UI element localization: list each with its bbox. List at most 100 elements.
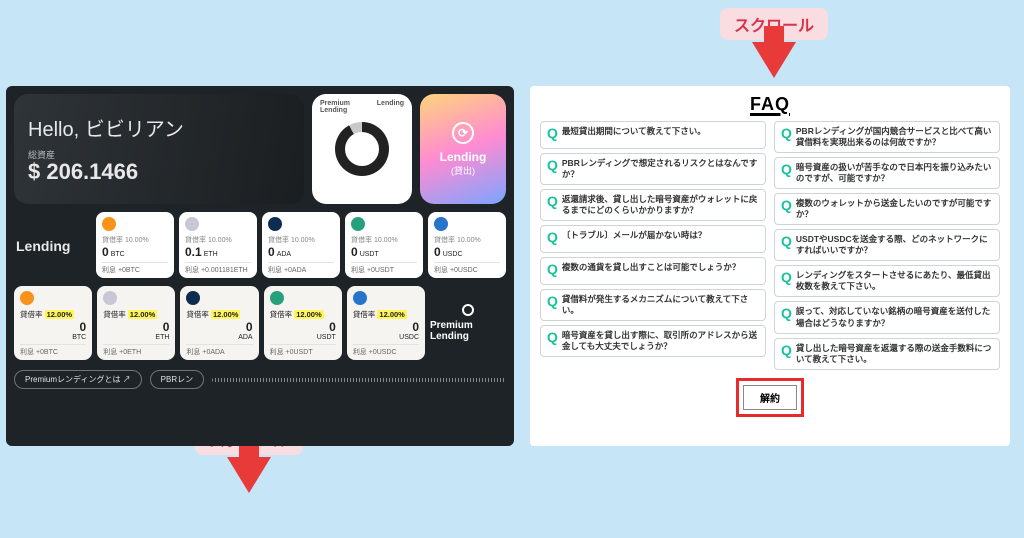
horizontal-scrollbar[interactable]	[212, 378, 506, 382]
rate-label: 貸借率 12.00%	[103, 309, 169, 320]
faq-item[interactable]: Q 返還請求後、貸し出した暗号資産がウォレットに戻るまでにどのくらいかかりますか？	[540, 189, 766, 221]
lending-card-sub: (貸出)	[451, 164, 475, 177]
interest-value: 利息 +0USDT	[270, 344, 336, 357]
faq-question-text: PBRレンディングが国内競合サービスと比べて高い貸借料を実現出来るのは何故ですか…	[796, 126, 993, 148]
rate-label: 貸借率 10.00%	[185, 235, 251, 245]
interest-value: 利息 +0BTC	[102, 262, 168, 275]
asset-amount: 0BTC	[20, 320, 86, 341]
premium-about-link[interactable]: Premiumレンディングとは ↗	[14, 370, 142, 389]
premium-asset-card[interactable]: 貸借率 12.00%0USDC 利息 +0USDC	[347, 286, 425, 360]
lending-card-title: Lending	[440, 150, 487, 164]
asset-amount: 0USDC	[434, 245, 500, 259]
cancel-button[interactable]: 解約	[743, 385, 797, 410]
ring-icon	[462, 304, 474, 316]
asset-amount: 0ADA	[268, 245, 334, 259]
lending-asset-card[interactable]: 貸借率 10.00%0USDC 利息 +0USDC	[428, 212, 506, 278]
q-icon: Q	[781, 306, 792, 320]
usdt-icon	[270, 291, 284, 305]
eth-icon	[103, 291, 117, 305]
faq-question-text: 暗号資産を貸し出す際に、取引所のアドレスから送金しても大丈夫でしょうか？	[562, 330, 759, 352]
rate-label: 貸借率 12.00%	[353, 309, 419, 320]
interest-value: 利息 +0USDC	[353, 344, 419, 357]
rate-label: 貸借率 10.00%	[268, 235, 334, 245]
premium-asset-card[interactable]: 貸借率 12.00%0USDT 利息 +0USDT	[264, 286, 342, 360]
asset-amount: 0USDT	[270, 320, 336, 341]
rate-label: 貸借率 12.00%	[186, 309, 252, 320]
greeting-text: Hello, ビビリアン	[28, 113, 290, 142]
premium-asset-card[interactable]: 貸借率 12.00%0BTC 利息 +0BTC	[14, 286, 92, 360]
faq-item[interactable]: Q PBRレンディングが国内競合サービスと比べて高い貸借料を実現出来るのは何故です…	[774, 121, 1000, 153]
q-icon: Q	[547, 194, 558, 208]
faq-item[interactable]: Q レンディングをスタートさせるにあたり、最低貸出枚数を教えて下さい。	[774, 265, 1000, 297]
eth-icon	[185, 217, 199, 231]
faq-question-text: レンディングをスタートさせるにあたり、最低貸出枚数を教えて下さい。	[796, 270, 993, 292]
faq-item[interactable]: Q複数の通貨を貸し出すことは可能でしょうか？	[540, 257, 766, 285]
greeting-card: Hello, ビビリアン 総資産 $ 206.1466	[14, 94, 304, 204]
asset-amount: 0ADA	[186, 320, 252, 341]
faq-question-text: 返還請求後、貸し出した暗号資産がウォレットに戻るまでにどのくらいかかりますか？	[562, 194, 759, 216]
lending-action-card[interactable]: ⟳ Lending (貸出)	[420, 94, 506, 204]
lending-asset-card[interactable]: 貸借率 10.00%0ADA 利息 +0ADA	[262, 212, 340, 278]
rate-label: 貸借率 12.00%	[270, 309, 336, 320]
faq-question-text: PBRレンディングで想定されるリスクとはなんですか？	[562, 158, 759, 180]
q-icon: Q	[547, 126, 558, 140]
ada-icon	[186, 291, 200, 305]
rate-label: 貸借率 12.00%	[20, 309, 86, 320]
premium-section-title: Premium Lending	[430, 286, 506, 360]
rate-label: 貸借率 10.00%	[102, 235, 168, 245]
interest-value: 利息 +0USDT	[351, 262, 417, 275]
asset-amount: 0BTC	[102, 245, 168, 259]
scroll-callout-top: スクロール	[720, 8, 828, 78]
lending-asset-card[interactable]: 貸借率 10.00%0.1ETH利息 +0.001181ETH	[179, 212, 257, 278]
btc-icon	[20, 291, 34, 305]
q-icon: Q	[547, 294, 558, 308]
faq-question-text: 〔トラブル〕メールが届かない時は？	[562, 230, 707, 241]
q-icon: Q	[547, 158, 558, 172]
arrow-down-icon	[752, 42, 796, 78]
faq-question-text: USDTやUSDCを送金する際、どのネットワークにすればいいですか？	[796, 234, 993, 256]
interest-value: 利息 +0ADA	[186, 344, 252, 357]
faq-item[interactable]: Q最短貸出期間について教えて下さい。	[540, 121, 766, 149]
donut-label-premium: Premium Lending	[320, 100, 377, 114]
q-icon: Q	[781, 198, 792, 212]
faq-item[interactable]: Q暗号資産を貸し出す際に、取引所のアドレスから送金しても大丈夫でしょうか？	[540, 325, 766, 357]
faq-item[interactable]: Q 誤って、対応していない銘柄の暗号資産を送付した場合はどうなりますか？	[774, 301, 1000, 333]
faq-item[interactable]: Q PBRレンディングで想定されるリスクとはなんですか？	[540, 153, 766, 185]
premium-asset-card[interactable]: 貸借率 12.00%0ADA 利息 +0ADA	[180, 286, 258, 360]
q-icon: Q	[781, 270, 792, 284]
donut-label-lending: Lending	[377, 100, 404, 114]
donut-chart-icon	[335, 122, 389, 176]
asset-amount: 0ETH	[103, 320, 169, 341]
faq-item[interactable]: Q 貸借料が発生するメカニズムについて教えて下さい。	[540, 289, 766, 321]
interest-value: 利息 +0BTC	[20, 344, 86, 357]
lending-asset-card[interactable]: 貸借率 10.00%0USDT利息 +0USDT	[345, 212, 423, 278]
interest-value: 利息 +0USDC	[434, 262, 500, 275]
usdc-icon	[434, 217, 448, 231]
lending-section-title: Lending	[14, 232, 90, 258]
total-asset-amount: $ 206.1466	[28, 159, 290, 185]
q-icon: Q	[547, 230, 558, 244]
interest-value: 利息 +0ADA	[268, 262, 334, 275]
interest-value: 利息 +0.001181ETH	[185, 262, 251, 275]
faq-question-text: 複数の通貨を貸し出すことは可能でしょうか？	[562, 262, 741, 273]
faq-item[interactable]: Q貸し出した暗号資産を返還する際の送金手数料について教えて下さい。	[774, 338, 1000, 370]
allocation-donut-card: Premium Lending Lending	[312, 94, 412, 204]
interest-value: 利息 +0ETH	[103, 344, 169, 357]
pbr-about-link[interactable]: PBRレン	[150, 370, 204, 389]
q-icon: Q	[781, 126, 792, 140]
btc-icon	[102, 217, 116, 231]
asset-amount: 0USDC	[353, 320, 419, 341]
q-icon: Q	[781, 162, 792, 176]
rate-label: 貸借率 10.00%	[434, 235, 500, 245]
faq-item[interactable]: Q 〔トラブル〕メールが届かない時は？	[540, 225, 766, 253]
faq-item[interactable]: Q複数のウォレットから送金したいのですが可能ですか？	[774, 193, 1000, 225]
faq-item[interactable]: QUSDTやUSDCを送金する際、どのネットワークにすればいいですか？	[774, 229, 1000, 261]
ada-icon	[268, 217, 282, 231]
lending-asset-card[interactable]: 貸借率 10.00%0BTC 利息 +0BTC	[96, 212, 174, 278]
faq-question-text: 暗号資産の扱いが苦手なので日本円を振り込みたいのですが、可能ですか？	[796, 162, 993, 184]
premium-asset-card[interactable]: 貸借率 12.00%0ETH 利息 +0ETH	[97, 286, 175, 360]
rate-label: 貸借率 10.00%	[351, 235, 417, 245]
faq-question-text: 貸借料が発生するメカニズムについて教えて下さい。	[562, 294, 759, 316]
faq-item[interactable]: Q 暗号資産の扱いが苦手なので日本円を振り込みたいのですが、可能ですか？	[774, 157, 1000, 189]
faq-question-text: 誤って、対応していない銘柄の暗号資産を送付した場合はどうなりますか？	[796, 306, 993, 328]
